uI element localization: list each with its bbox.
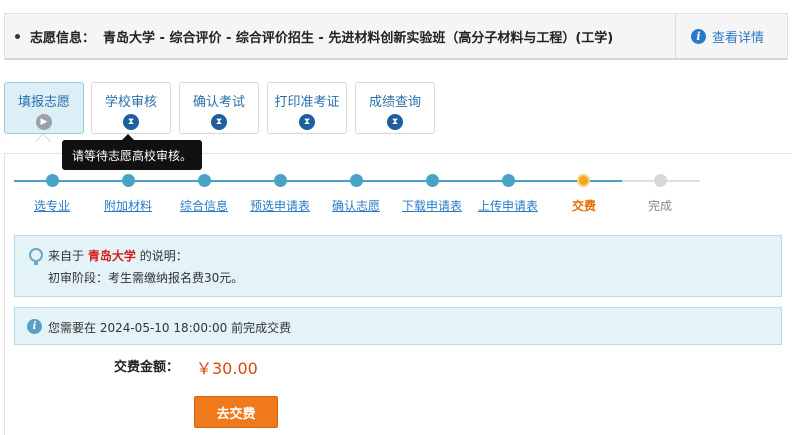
divider <box>675 14 676 59</box>
tab-label: 学校审核 <box>104 95 157 110</box>
step-dot <box>46 174 59 187</box>
info-icon: i <box>27 319 42 334</box>
step-confirm-application[interactable]: 确认志愿 <box>332 197 380 214</box>
notice-heading: 来自于 青岛大学 的说明： <box>48 249 188 263</box>
step-dot <box>502 174 515 187</box>
tab-score-query[interactable]: 成绩查询 ⧗ <box>355 82 435 134</box>
step-payment: 交费 <box>571 199 597 213</box>
school-notice-box: 来自于 青岛大学 的说明： 初审阶段：考生需缴纳报名费30元。 <box>14 235 782 297</box>
application-info-bar: 志愿信息： 青岛大学 - 综合评价 - 综合评价招生 - 先进材料创新实验班（高… <box>4 13 788 60</box>
tab-pointer <box>35 133 51 142</box>
step-dot <box>350 174 363 187</box>
tab-label: 成绩查询 <box>368 95 421 110</box>
view-details-link[interactable]: i 查看详情 <box>691 27 764 46</box>
deadline-text: 您需要在 2024-05-10 18:00:00 前完成交费 <box>48 321 292 335</box>
tab-school-review[interactable]: 学校审核 ⧗ <box>91 82 171 134</box>
tab-print-admission-ticket[interactable]: 打印准考证 ⧗ <box>267 82 347 134</box>
deadline-notice-box: i 您需要在 2024-05-10 18:00:00 前完成交费 <box>14 307 782 345</box>
tab-fill-application[interactable]: 填报志愿 ▶ <box>4 82 84 134</box>
hourglass-icon: ⧗ <box>123 114 139 130</box>
hourglass-icon: ⧗ <box>299 114 315 130</box>
step-comprehensive-info[interactable]: 综合信息 <box>180 197 228 214</box>
step-dot <box>198 174 211 187</box>
tab-confirm-exam[interactable]: 确认考试 ⧗ <box>179 82 259 134</box>
pay-button[interactable]: 去交费 <box>194 396 278 428</box>
step-additional-materials[interactable]: 附加材料 <box>104 197 152 214</box>
school-name: 青岛大学 <box>87 249 136 263</box>
view-details-label: 查看详情 <box>712 31 765 46</box>
lightbulb-icon <box>29 248 43 265</box>
step-select-major[interactable]: 选专业 <box>34 197 70 214</box>
step-dot <box>122 174 135 187</box>
step-dot <box>426 174 439 187</box>
step-complete: 完成 <box>647 199 673 213</box>
hourglass-icon: ⧗ <box>211 114 227 130</box>
step-dot-current <box>577 174 590 187</box>
review-tooltip: 请等待志愿高校审核。 <box>62 134 202 170</box>
step-download-application[interactable]: 下载申请表 <box>402 197 462 214</box>
info-label: 志愿信息： <box>30 30 96 46</box>
tab-label: 填报志愿 <box>17 95 70 110</box>
step-upload-application[interactable]: 上传申请表 <box>478 197 538 214</box>
fee-amount-value: ￥30.00 <box>196 359 258 378</box>
hourglass-icon: ⧗ <box>387 114 403 130</box>
step-dot <box>274 174 287 187</box>
play-icon: ▶ <box>36 114 52 130</box>
notice-detail: 初审阶段：考生需缴纳报名费30元。 <box>48 271 244 285</box>
info-text: 青岛大学 - 综合评价 - 综合评价招生 - 先进材料创新实验班（高分子材料与工… <box>103 30 614 46</box>
step-preview-application[interactable]: 预选申请表 <box>250 197 310 214</box>
fee-amount-label: 交费金额： <box>114 360 180 375</box>
progress-line-complete <box>14 180 622 182</box>
step-dot-pending <box>654 174 667 187</box>
info-icon: i <box>691 29 706 44</box>
tab-label: 打印准考证 <box>274 95 340 110</box>
bullet-dot <box>15 33 20 39</box>
tab-label: 确认考试 <box>192 95 245 110</box>
